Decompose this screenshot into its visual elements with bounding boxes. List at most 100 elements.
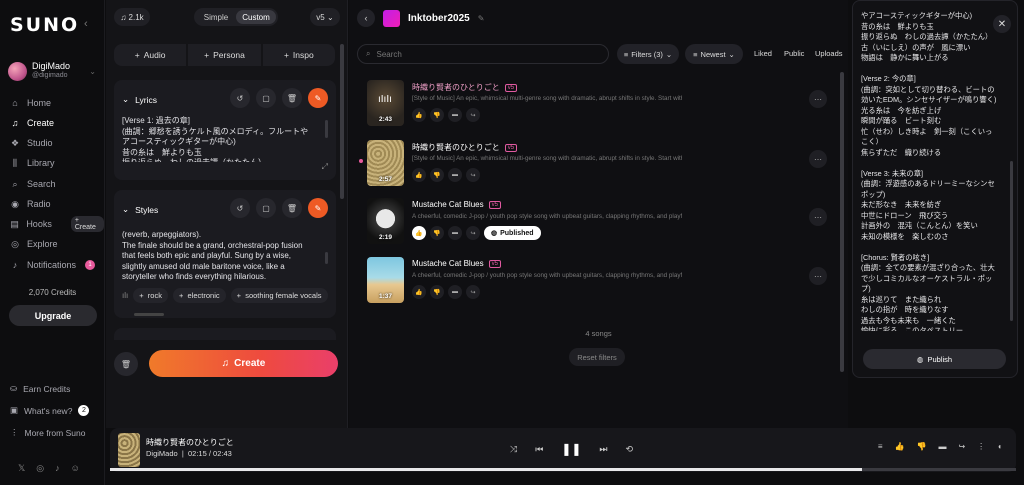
song-row[interactable]: ıIıIı 2:43 時織り賢者のひとりごと v5 [Style of Music… (367, 80, 827, 126)
copy-icon[interactable]: ▢ (256, 198, 276, 218)
filter-public[interactable]: Public (784, 49, 804, 58)
more-options-icon[interactable]: ⋯ (809, 267, 827, 285)
thumbs-down-icon[interactable]: 👎 (916, 442, 926, 451)
mode-custom[interactable]: Custom (236, 10, 276, 24)
close-icon[interactable]: ✕ (993, 15, 1011, 33)
filters-button[interactable]: ≡ Filters (3) ⌄ (617, 44, 679, 64)
repeat-icon[interactable]: ⟲ (626, 444, 634, 455)
sort-button[interactable]: ≡ Newest ⌄ (685, 44, 743, 64)
sidebar-item-library[interactable]: ⫼ Library (10, 155, 55, 171)
hooks-create-button[interactable]: + Create (70, 216, 104, 232)
player-progress-bar[interactable] (110, 468, 1016, 471)
undo-icon[interactable]: ↺ (230, 198, 250, 218)
workspace-scrollbar[interactable] (840, 72, 844, 372)
comment-icon[interactable]: ▬ (938, 442, 946, 451)
version-select[interactable]: v5 ⌄ (310, 8, 340, 26)
add-persona-button[interactable]: + Persona (188, 44, 261, 66)
thumbs-up-icon[interactable]: 👍 (412, 226, 426, 240)
published-badge[interactable]: ◍ Published (484, 226, 541, 240)
song-row[interactable]: 2:19 Mustache Cat Blues v5 A cheerful, co… (367, 198, 827, 244)
edit-pencil-icon[interactable]: ✎ (478, 14, 485, 23)
sidebar-item-create[interactable]: ♫ Create (10, 115, 54, 131)
profile-menu[interactable]: DigiMado @digimado ⌄ (8, 60, 100, 84)
reset-filters-button[interactable]: Reset filters (569, 348, 625, 366)
sidebar-item-search[interactable]: ⌕ Search (10, 176, 55, 192)
more-vertical-icon[interactable]: ⋮ (977, 442, 985, 451)
trash-icon[interactable]: 🗑 (282, 88, 302, 108)
song-title[interactable]: Mustache Cat Blues v5 (412, 200, 501, 209)
earn-credits-link[interactable]: ⛀ Earn Credits (10, 383, 70, 394)
sidebar-item-hooks[interactable]: ▤ Hooks + Create (10, 216, 104, 232)
thumbs-up-icon[interactable]: 👍 (412, 108, 426, 122)
more-from-suno-link[interactable]: ⋮ More from Suno (10, 427, 85, 438)
discord-icon[interactable]: ☺ (71, 463, 80, 474)
whats-new-link[interactable]: ▣ What's new? 2 (10, 405, 90, 416)
expand-icon[interactable]: ⤢ (322, 162, 328, 172)
clear-form-button[interactable]: 🗑 (114, 352, 138, 376)
comment-icon[interactable]: ▬ (448, 285, 462, 299)
comment-icon[interactable]: ▬ (448, 108, 462, 122)
sidebar-item-home[interactable]: ⌂ Home (10, 95, 51, 111)
song-title[interactable]: 時織り賢者のひとりごと v5 (412, 142, 518, 153)
thumbs-up-icon[interactable]: 👍 (412, 285, 426, 299)
search-input[interactable]: ⌕ Search (357, 44, 609, 64)
song-row[interactable]: 2:57 時織り賢者のひとりごと v5 [Style of Music] An e… (367, 140, 827, 186)
song-thumbnail[interactable]: ıIıIı 2:43 (367, 80, 404, 126)
mode-simple[interactable]: Simple (196, 10, 236, 24)
share-icon[interactable]: ↪ (466, 226, 480, 240)
lyrics-header[interactable]: ⌄ Lyrics (122, 94, 157, 105)
tiktok-icon[interactable]: ♪ (55, 463, 60, 474)
suno-logo[interactable]: SUNO (10, 14, 79, 36)
song-title[interactable]: 時織り賢者のひとりごと v5 (412, 82, 518, 93)
collapse-sidebar-icon[interactable]: ‹ (84, 18, 88, 30)
shuffle-icon[interactable]: ⤨ (510, 444, 517, 455)
add-inspo-button[interactable]: + Inspo (262, 44, 335, 66)
thumbs-down-icon[interactable]: 👎 (430, 285, 444, 299)
thumbs-down-icon[interactable]: 👎 (430, 226, 444, 240)
song-thumbnail[interactable]: 2:19 (367, 198, 404, 244)
comment-icon[interactable]: ▬ (448, 168, 462, 182)
x-icon[interactable]: 𝕏 (18, 463, 25, 474)
pause-icon[interactable]: ❚❚ (561, 442, 581, 456)
next-icon[interactable]: ⏭ (599, 444, 607, 455)
sidebar-item-studio[interactable]: ❖ Studio (10, 135, 53, 151)
lyrics-textarea[interactable]: [Verse 1: 過去の章] (曲調：郷愁を誘うケルト風のメロディ。フルートや… (122, 116, 314, 162)
trash-icon[interactable]: 🗑 (282, 198, 302, 218)
song-title[interactable]: Mustache Cat Blues v5 (412, 259, 501, 268)
upgrade-button[interactable]: Upgrade (9, 305, 97, 326)
undo-icon[interactable]: ↺ (230, 88, 250, 108)
magic-wand-icon[interactable]: ✎ (308, 88, 328, 108)
share-icon[interactable]: ↪ (958, 442, 965, 451)
player-thumbnail[interactable] (118, 433, 140, 467)
add-audio-button[interactable]: + Audio (114, 44, 187, 66)
publish-button[interactable]: ◍ Publish (863, 349, 1006, 369)
share-icon[interactable]: ↪ (466, 168, 480, 182)
style-tag[interactable]: + soothing female vocals (230, 288, 328, 303)
volume-icon[interactable]: ◖ (997, 442, 1002, 451)
song-row[interactable]: 1:37 Mustache Cat Blues v5 A cheerful, co… (367, 257, 827, 303)
more-options-icon[interactable]: ⋯ (809, 150, 827, 168)
share-icon[interactable]: ↪ (466, 285, 480, 299)
more-options-icon[interactable]: ⋯ (809, 90, 827, 108)
player-artist[interactable]: DigiMado (146, 449, 178, 458)
create-button[interactable]: ♫ Create (149, 350, 338, 377)
sidebar-item-notifications[interactable]: ♪ Notifications 1 (10, 257, 96, 273)
lyrics-scrollbar[interactable] (325, 120, 328, 138)
thumbs-down-icon[interactable]: 👎 (430, 108, 444, 122)
more-options-icon[interactable]: ⋯ (809, 208, 827, 226)
sidebar-item-radio[interactable]: ◉ Radio (10, 196, 50, 212)
create-panel-scrollbar[interactable] (340, 44, 344, 199)
player-title[interactable]: 時織り賢者のひとりごと (146, 437, 234, 448)
copy-icon[interactable]: ▢ (256, 88, 276, 108)
style-tag[interactable]: + electronic (172, 288, 226, 303)
previous-icon[interactable]: ⏮ (535, 444, 543, 455)
style-tag[interactable]: + rock (133, 288, 168, 303)
share-icon[interactable]: ↪ (466, 108, 480, 122)
sidebar-item-explore[interactable]: ◎ Explore (10, 236, 57, 252)
filter-liked[interactable]: Liked (754, 49, 772, 58)
song-thumbnail[interactable]: 1:37 (367, 257, 404, 303)
styles-scrollbar[interactable] (325, 252, 328, 264)
detail-scrollbar[interactable] (1010, 161, 1013, 321)
thumbs-up-icon[interactable]: 👍 (895, 442, 905, 451)
styles-header[interactable]: ⌄ Styles (122, 204, 158, 215)
